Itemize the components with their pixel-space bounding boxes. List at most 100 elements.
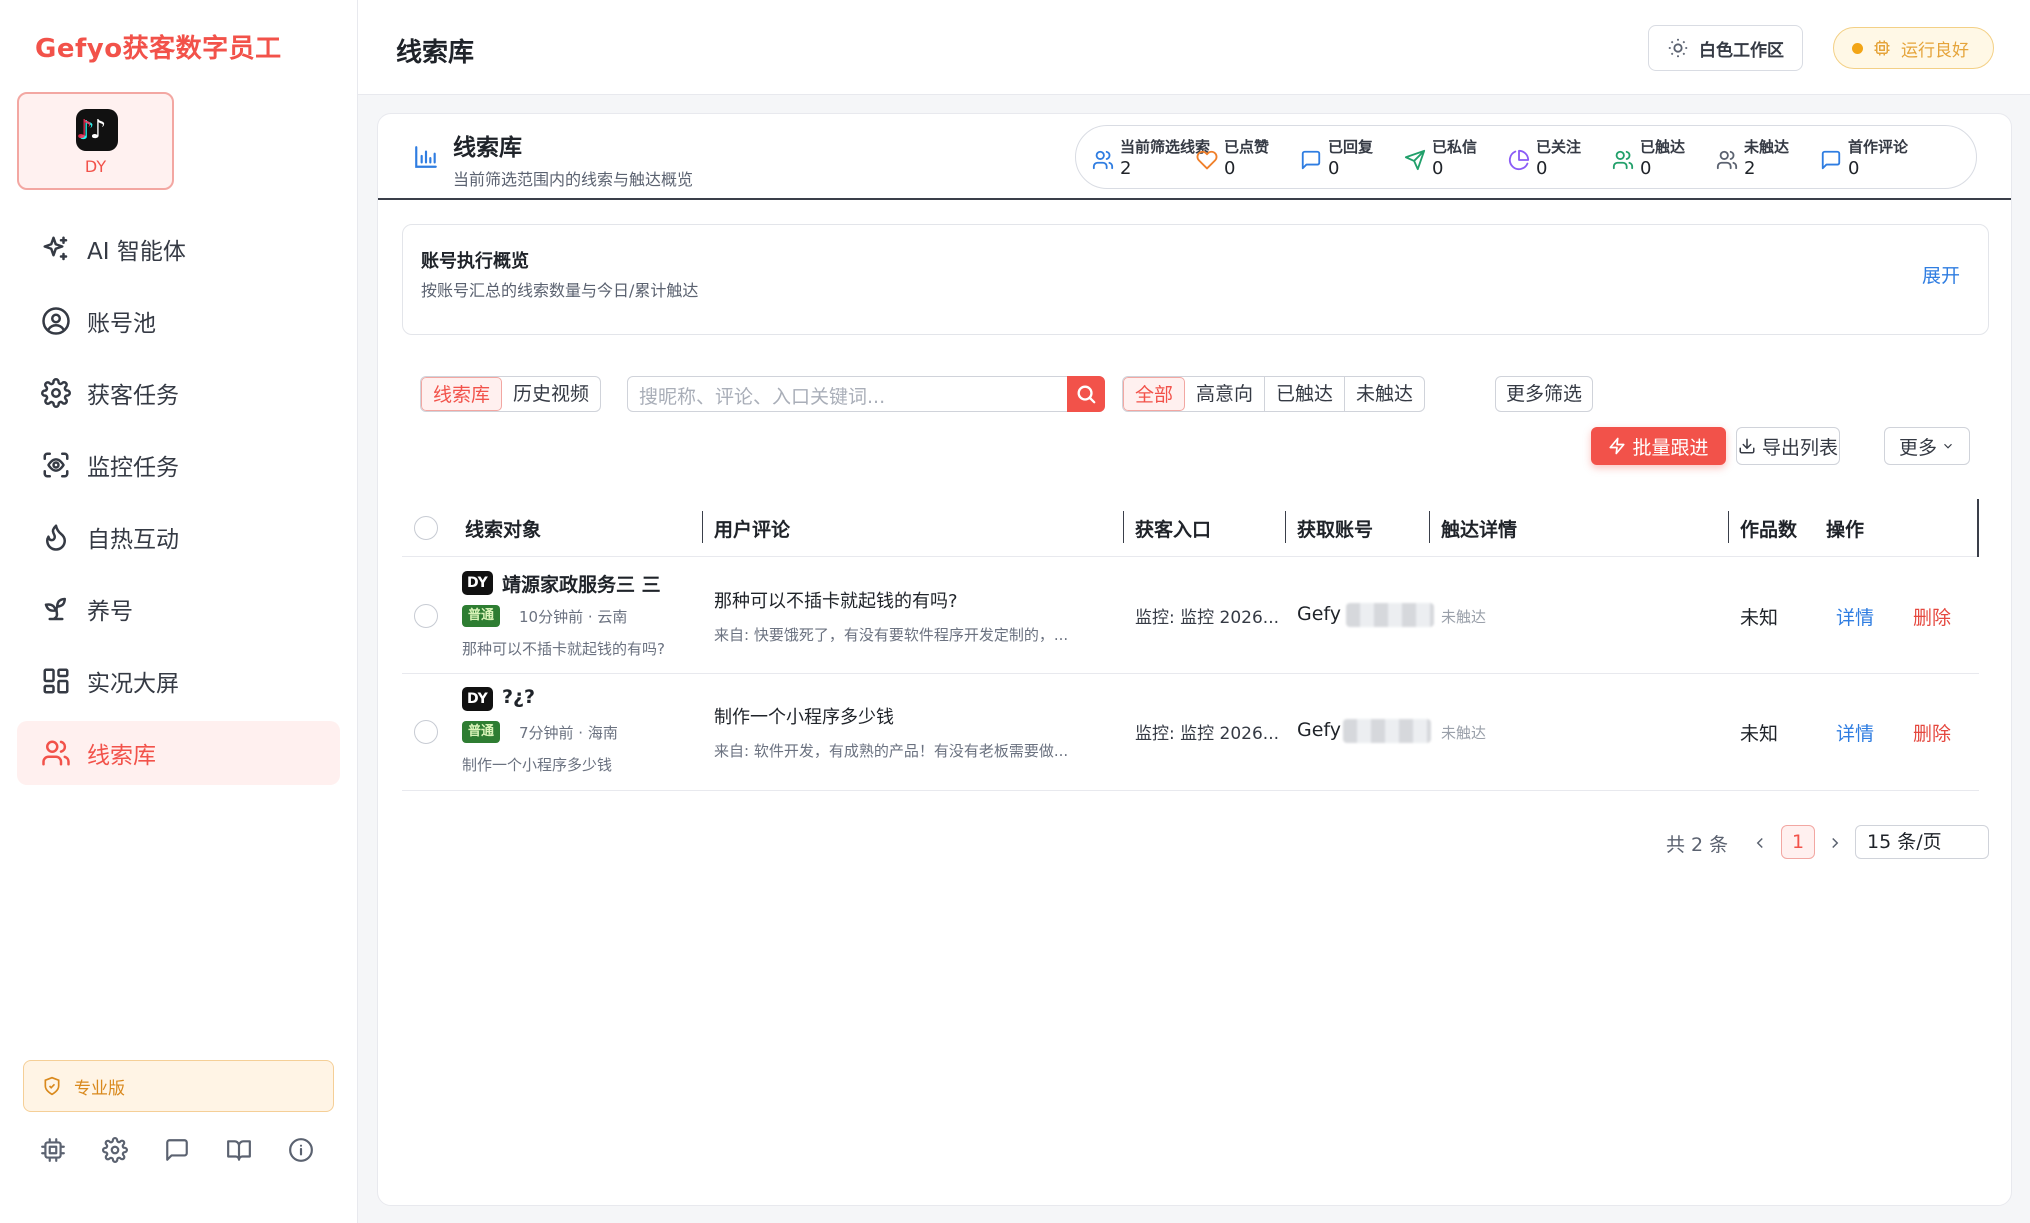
column-divider[interactable] xyxy=(1123,511,1124,543)
stat-direct-messaged[interactable]: 已私信 0 xyxy=(1404,132,1508,182)
sidebar-item-account-pool[interactable]: 账号池 xyxy=(17,289,340,353)
delete-link[interactable]: 删除 xyxy=(1913,603,1951,630)
sidebar-item-live-dashboard[interactable]: 实况大屏 xyxy=(17,649,340,713)
sidebar-item-nurture[interactable]: 养号 xyxy=(17,577,340,641)
pagination-next-button[interactable] xyxy=(1826,828,1846,858)
status-label: 运行良好 xyxy=(1901,40,1969,61)
export-list-button[interactable]: 导出列表 xyxy=(1736,427,1840,465)
user-circle-icon xyxy=(41,306,71,336)
column-divider[interactable] xyxy=(1429,511,1430,543)
comment-source: 来自: 快要饿死了，有没有要软件程序开发定制的，... xyxy=(714,626,1069,644)
column-divider[interactable] xyxy=(1285,511,1286,543)
filter-all[interactable]: 全部 xyxy=(1123,377,1186,411)
filter-unreached[interactable]: 未触达 xyxy=(1345,377,1424,411)
tab-history-videos[interactable]: 历史视频 xyxy=(502,377,600,411)
info-icon[interactable] xyxy=(288,1137,318,1167)
lead-time-location: 10分钟前 · 云南 xyxy=(519,608,628,626)
sidebar: Gefyo获客数字员工 ♪ ♪ ♪ DY AI 智能体 账号池 获客任务 监控任… xyxy=(0,0,358,1223)
platform-switcher[interactable]: ♪ ♪ ♪ DY xyxy=(17,92,174,190)
column-header-lead[interactable]: 线索对象 xyxy=(465,515,541,542)
leads-table: 线索对象 用户评论 获客入口 获取账号 触达详情 作品数 操作 DY 靖源家政服… xyxy=(402,499,1979,791)
top-bar: 线索库 白色工作区 运行良好 xyxy=(358,0,2030,95)
redacted-account-name xyxy=(1346,603,1434,627)
overview-expand-button[interactable]: 展开 xyxy=(1922,261,1960,288)
column-header-account[interactable]: 获取账号 xyxy=(1297,515,1373,542)
panel-subtitle: 当前筛选范围内的线索与触达概览 xyxy=(453,170,694,189)
settings-icon[interactable] xyxy=(102,1137,132,1167)
leads-panel: 线索库 当前筛选范围内的线索与触达概览 当前筛选线索 2 已点赞 0 已回复 0… xyxy=(377,113,2012,1206)
sidebar-item-ai-agent[interactable]: AI 智能体 xyxy=(17,217,340,281)
search-box: 搜昵称、评论、入口关键词... xyxy=(627,376,1105,412)
table-row[interactable]: DY ?¿? 普通 7分钟前 · 海南 制作一个小程序多少钱 制作一个小程序多少… xyxy=(402,674,1979,791)
reach-status: 未触达 xyxy=(1441,724,1487,742)
reach-status: 未触达 xyxy=(1441,608,1487,626)
stat-label: 已私信 xyxy=(1432,138,1478,156)
stat-first-work-comment[interactable]: 首作评论 0 xyxy=(1820,132,1924,182)
tiktok-logo-icon: ♪ ♪ ♪ xyxy=(76,109,118,151)
cpu-icon[interactable] xyxy=(40,1137,70,1167)
column-divider[interactable] xyxy=(1728,511,1729,543)
stat-reached[interactable]: 已触达 0 xyxy=(1612,132,1716,182)
column-header-entry[interactable]: 获客入口 xyxy=(1135,515,1211,542)
stat-label: 首作评论 xyxy=(1848,138,1909,156)
theme-label: 白色工作区 xyxy=(1699,40,1784,61)
flame-icon xyxy=(41,522,71,552)
search-input[interactable]: 搜昵称、评论、入口关键词... xyxy=(639,382,885,409)
column-header-reach-detail[interactable]: 触达详情 xyxy=(1441,515,1517,542)
stat-followed[interactable]: 已关注 0 xyxy=(1508,132,1612,182)
stat-liked[interactable]: 已点赞 0 xyxy=(1196,132,1300,182)
sidebar-item-self-heat[interactable]: 自热互动 xyxy=(17,505,340,569)
table-header: 线索对象 用户评论 获客入口 获取账号 触达详情 作品数 操作 xyxy=(402,499,1979,557)
sidebar-item-label: 监控任务 xyxy=(87,455,179,481)
theme-toggle-button[interactable]: 白色工作区 xyxy=(1648,25,1803,71)
page-title: 线索库 xyxy=(396,38,475,68)
table-scrollbar[interactable] xyxy=(1977,499,1979,557)
lead-nickname[interactable]: 靖源家政服务三 三 xyxy=(502,570,661,597)
book-icon[interactable] xyxy=(226,1137,256,1167)
batch-follow-up-button[interactable]: 批量跟进 xyxy=(1591,427,1726,465)
delete-link[interactable]: 删除 xyxy=(1913,719,1951,746)
stat-unreached[interactable]: 未触达 2 xyxy=(1716,132,1820,182)
more-actions-dropdown[interactable]: 更多 xyxy=(1884,427,1970,465)
column-header-comment[interactable]: 用户评论 xyxy=(714,515,790,542)
sidebar-nav: AI 智能体 账号池 获客任务 监控任务 自热互动 养号 实况大屏 线索库 xyxy=(17,217,340,793)
page-size-select[interactable]: 15 条/页 xyxy=(1855,825,1989,859)
user-comment: 制作一个小程序多少钱 xyxy=(714,707,894,728)
sparkles-icon xyxy=(41,234,71,264)
sidebar-item-acquire-tasks[interactable]: 获客任务 xyxy=(17,361,340,425)
account-overview-card: 账号执行概览 按账号汇总的线索数量与今日/累计触达 展开 xyxy=(402,224,1989,335)
more-filters-button[interactable]: 更多筛选 xyxy=(1495,376,1594,412)
works-count: 未知 xyxy=(1740,723,1779,745)
sprout-icon xyxy=(41,594,71,624)
stat-current-leads[interactable]: 当前筛选线索 2 xyxy=(1092,132,1210,182)
detail-link[interactable]: 详情 xyxy=(1836,719,1874,746)
chevron-left-icon xyxy=(1756,837,1763,849)
stat-label: 已点赞 xyxy=(1224,138,1270,156)
lead-nickname[interactable]: ?¿? xyxy=(502,686,535,708)
edition-badge[interactable]: 专业版 xyxy=(23,1060,334,1112)
pagination-current-page[interactable]: 1 xyxy=(1781,825,1815,859)
pagination-prev-button[interactable] xyxy=(1751,828,1771,858)
stat-value: 0 xyxy=(1536,158,1548,179)
users-icon xyxy=(1092,149,1114,171)
filter-reached[interactable]: 已触达 xyxy=(1265,377,1346,411)
row-checkbox[interactable] xyxy=(414,604,438,628)
status-filter-tabs: 全部 高意向 已触达 未触达 xyxy=(1122,376,1426,412)
detail-link[interactable]: 详情 xyxy=(1836,603,1874,630)
select-all-checkbox[interactable] xyxy=(414,516,438,540)
column-divider[interactable] xyxy=(702,511,703,543)
search-button[interactable] xyxy=(1067,376,1105,412)
column-header-works[interactable]: 作品数 xyxy=(1740,515,1797,542)
batch-follow-up-label: 批量跟进 xyxy=(1632,436,1709,459)
sidebar-item-leads[interactable]: 线索库 xyxy=(17,721,340,785)
tab-leads[interactable]: 线索库 xyxy=(421,377,503,411)
table-row[interactable]: DY 靖源家政服务三 三 普通 10分钟前 · 云南 那种可以不插卡就起钱的有吗… xyxy=(402,557,1979,674)
system-status-badge[interactable]: 运行良好 xyxy=(1833,27,1994,69)
row-checkbox[interactable] xyxy=(414,720,438,744)
message-icon[interactable] xyxy=(164,1137,194,1167)
stat-replied[interactable]: 已回复 0 xyxy=(1300,132,1404,182)
filter-high-intent[interactable]: 高意向 xyxy=(1185,377,1266,411)
cpu-icon xyxy=(1874,40,1890,56)
panel-title: 线索库 xyxy=(453,135,522,161)
sidebar-item-monitor-tasks[interactable]: 监控任务 xyxy=(17,433,340,497)
